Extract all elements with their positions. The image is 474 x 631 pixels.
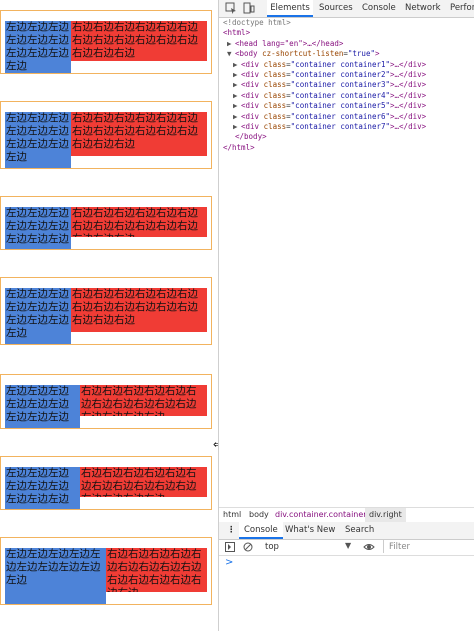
- console-filter-input[interactable]: Filter: [389, 542, 410, 552]
- tab-sources[interactable]: Sources: [319, 0, 353, 17]
- drawer-tab-search[interactable]: Search: [345, 522, 374, 539]
- left-block: 左边左边左边左边左边左边左边左边左边: [5, 467, 80, 509]
- expand-triangle-icon[interactable]: ▶: [233, 122, 241, 132]
- console-prompt[interactable]: >: [225, 557, 233, 568]
- breadcrumb-right[interactable]: div.right: [365, 508, 406, 522]
- context-select[interactable]: top: [265, 542, 279, 552]
- class-value: "container container7": [290, 121, 391, 131]
- right-block: 右边右边右边右边右边右边右边右边右边右边右边右边右边右边右边: [80, 385, 207, 416]
- container-4: 左边左边左边左边左边左边左边左边左边左边 右边右边右边右边右边右边右边右边右边右边…: [0, 277, 212, 345]
- sidebar-toggle-icon[interactable]: [225, 542, 235, 552]
- eye-icon[interactable]: [363, 542, 375, 552]
- head-node[interactable]: ▶ <head lang="en">…</head>: [223, 39, 474, 49]
- class-value: "container container5": [290, 101, 391, 111]
- right-block: 右边右边右边右边右边右边右边右边右边右边右边右边右边右边右边: [106, 548, 207, 592]
- page-viewport: 左边左边左边左边左边左边左边左边左边左边 右边右边右边右边右边右边右边右边右边右边…: [0, 0, 218, 631]
- tab-console[interactable]: Console: [362, 0, 396, 17]
- expand-triangle-icon[interactable]: ▶: [233, 80, 241, 90]
- head-tag: <head lang="en">…</head>: [235, 38, 344, 48]
- container-6: 左边左边左边左边左边左边左边左边左边 右边右边右边右边右边右边右边右边右边右边右边…: [0, 456, 212, 510]
- expand-triangle-icon[interactable]: ▶: [233, 112, 241, 122]
- body-attr-name: cz-shortcut-listen: [262, 49, 344, 59]
- body-node[interactable]: ▼ <body cz-shortcut-listen="true">: [223, 49, 474, 59]
- left-block: 左边左边左边左边左边左边左边左边左边左边: [5, 288, 71, 344]
- right-block: 右边右边右边右边右边右边右边右边右边右边右边右边右边右边右边: [71, 207, 207, 237]
- tab-elements[interactable]: Elements: [267, 0, 313, 17]
- body-close-line: </body>: [235, 132, 267, 142]
- expand-triangle-icon[interactable]: ▶: [233, 60, 241, 70]
- container-1: 左边左边左边左边左边左边左边左边左边左边 右边右边右边右边右边右边右边右边右边右边…: [0, 10, 212, 74]
- tab-performance[interactable]: Perfor: [450, 0, 474, 17]
- html-open-line[interactable]: <html>: [223, 28, 474, 38]
- left-block: 左边左边左边左边左边左边左边左边左边: [5, 385, 80, 428]
- doctype-line: <!doctype html>: [223, 18, 291, 27]
- body-tag: body: [239, 49, 258, 59]
- breadcrumb: html body div.container.container3 div.r…: [219, 507, 474, 523]
- toolbar-divider: [383, 540, 384, 553]
- dom-node-container6[interactable]: ▶ <div class="container container6">…</di…: [223, 112, 474, 122]
- tab-network[interactable]: Network: [405, 0, 441, 17]
- class-value: "container container6": [290, 111, 391, 121]
- dom-node-container5[interactable]: ▶ <div class="container container5">…</di…: [223, 101, 474, 111]
- elements-tree: <!doctype html> <html> ▶ <head lang="en">…: [223, 18, 474, 153]
- clear-console-icon[interactable]: [243, 542, 253, 552]
- right-block: 右边右边右边右边右边右边右边右边右边右边右边右边右边右边右边: [71, 112, 207, 156]
- expand-triangle-icon[interactable]: ▶: [227, 39, 235, 49]
- class-value: "container container3": [290, 80, 391, 90]
- dom-node-container7[interactable]: ▶ <div class="container container7">…</di…: [223, 122, 474, 132]
- right-block: 右边右边右边右边右边右边右边右边右边右边右边右边右边右边右边: [71, 21, 207, 61]
- expand-triangle-icon[interactable]: ▶: [233, 101, 241, 111]
- html-close-line: </html>: [223, 142, 255, 152]
- class-value: "container container1": [290, 59, 391, 69]
- container-7: 左边左边左边左边左边左边左边左边左边左边 右边右边右边右边右边右边右边右边右边右边…: [0, 537, 212, 605]
- drawer-menu-icon[interactable]: ⋮: [227, 522, 236, 539]
- right-block: 右边右边右边右边右边右边右边右边右边右边右边右边右边右边右边: [80, 467, 207, 497]
- container-3: 左边左边左边左边左边左边左边左边左边 右边右边右边右边右边右边右边右边右边右边右边…: [0, 196, 212, 250]
- collapse-triangle-icon[interactable]: ▼: [227, 49, 235, 59]
- expand-triangle-icon[interactable]: ▶: [233, 70, 241, 80]
- left-block: 左边左边左边左边左边左边左边左边左边左边: [5, 112, 71, 168]
- expand-triangle-icon[interactable]: ▶: [233, 91, 241, 101]
- dom-node-container2[interactable]: ▶ <div class="container container2">…</di…: [223, 70, 474, 80]
- class-value: "container container4": [290, 90, 391, 100]
- breadcrumb-container3[interactable]: div.container.container3: [275, 508, 372, 522]
- drawer-tab-bar: ⋮ Console What's New Search: [219, 522, 474, 540]
- breadcrumb-html[interactable]: html: [223, 508, 241, 522]
- drawer-tab-whats-new[interactable]: What's New: [285, 522, 335, 539]
- body-attr-value: "true": [347, 49, 375, 59]
- chevron-down-icon[interactable]: ▼: [345, 541, 351, 550]
- left-block: 左边左边左边左边左边左边左边左边左边左边: [5, 21, 71, 73]
- devtools-tab-bar: Elements Sources Console Network Perfor: [219, 0, 474, 18]
- dom-node-container3[interactable]: ▶ <div class="container container3">…</di…: [223, 80, 474, 90]
- left-block: 左边左边左边左边左边左边左边左边左边左边: [5, 548, 106, 604]
- breadcrumb-body[interactable]: body: [249, 508, 269, 522]
- dom-node-container1[interactable]: ▶ <div class="container container1">…</di…: [223, 60, 474, 70]
- console-toolbar: top ▼ Filter: [219, 539, 474, 556]
- right-block: 右边右边右边右边右边右边右边右边右边右边右边右边右边右边右边: [71, 288, 207, 332]
- left-block: 左边左边左边左边左边左边左边左边左边: [5, 207, 71, 249]
- dom-node-container4[interactable]: ▶ <div class="container container4">…</di…: [223, 91, 474, 101]
- inspect-element-icon[interactable]: [225, 2, 237, 14]
- container-2: 左边左边左边左边左边左边左边左边左边左边 右边右边右边右边右边右边右边右边右边右边…: [0, 101, 212, 169]
- device-toolbar-icon[interactable]: [243, 2, 255, 14]
- class-value: "container container2": [290, 69, 391, 79]
- container-5: 左边左边左边左边左边左边左边左边左边 右边右边右边右边右边右边右边右边右边右边右边…: [0, 374, 212, 429]
- devtools-panel: Elements Sources Console Network Perfor …: [218, 0, 474, 631]
- drawer-tab-console[interactable]: Console: [239, 522, 283, 539]
